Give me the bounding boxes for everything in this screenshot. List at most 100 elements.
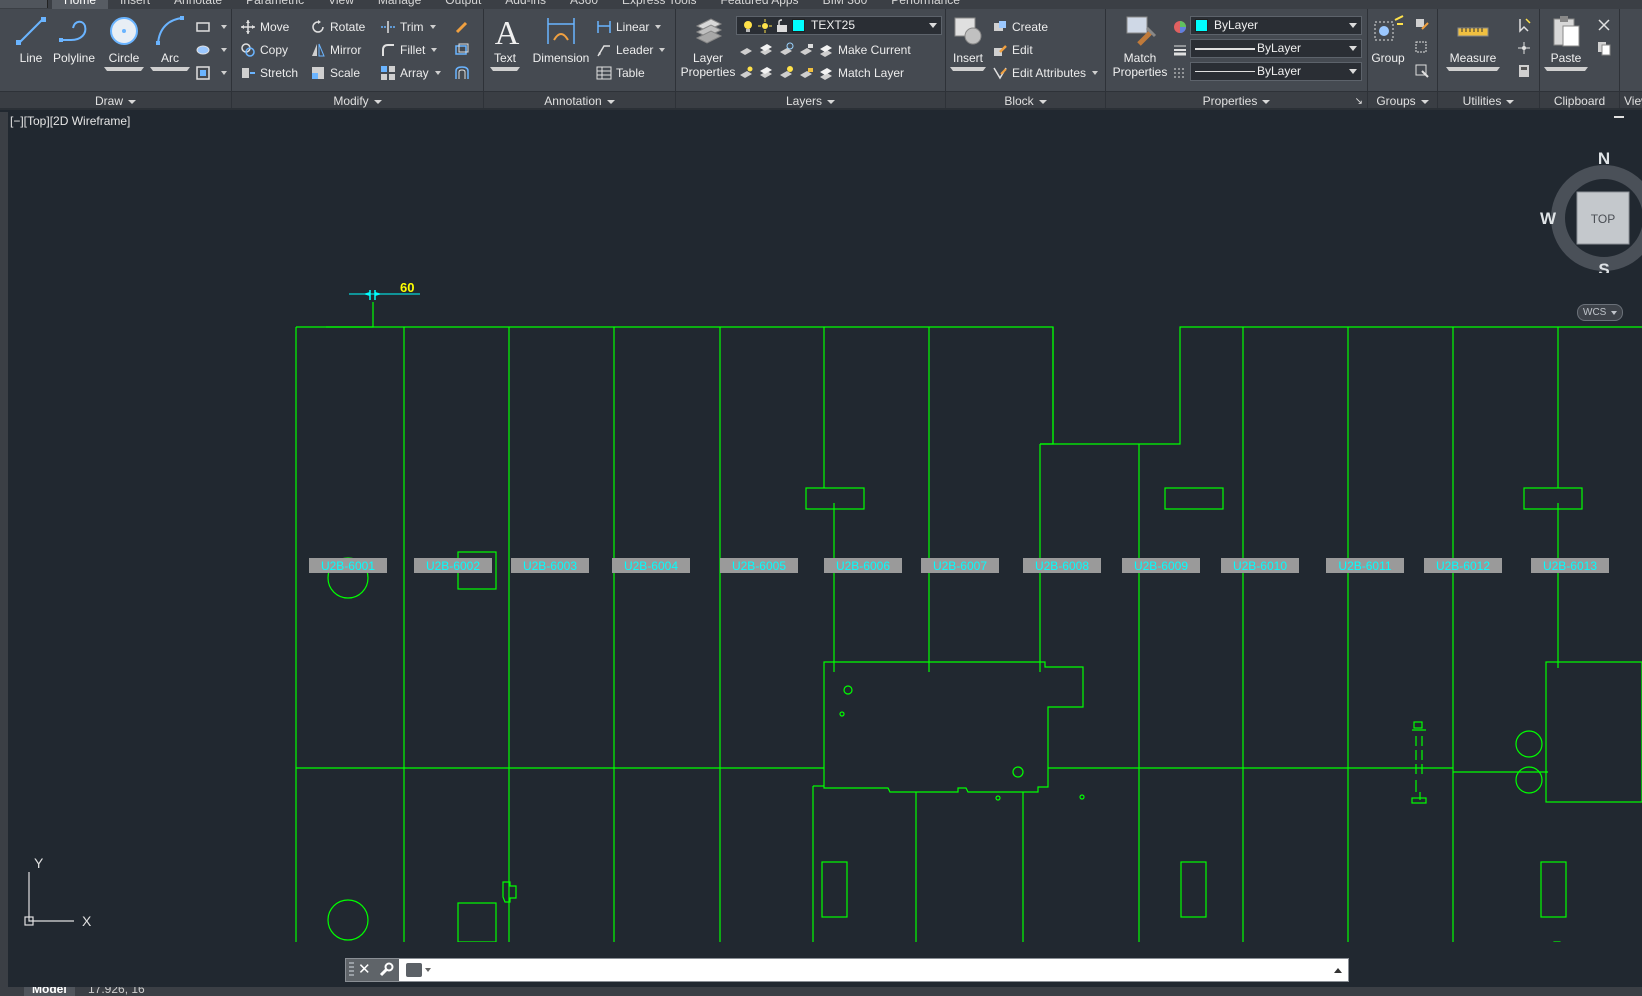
tab-insert[interactable]: Insert [108, 0, 162, 9]
drawing-canvas[interactable]: 60 U2B-6001 U2B-6002 U2B-6003 U2B-6004 U2B-6… [8, 112, 1642, 942]
hatch-button[interactable] [195, 40, 227, 60]
room-label[interactable]: U2B-6001 [309, 558, 387, 573]
model-tab[interactable]: Model [24, 987, 75, 996]
match-properties-button[interactable]: Match Properties [1110, 14, 1170, 79]
layer-isolate-icon[interactable] [758, 42, 774, 58]
layer-on-icon[interactable] [738, 65, 754, 81]
utilities-panel-title[interactable]: Utilities [1438, 91, 1539, 108]
viewport-controls-label[interactable]: [−][Top][2D Wireframe] [10, 114, 130, 128]
linetype-icon[interactable] [1172, 65, 1188, 81]
arc-button[interactable]: Arc [150, 14, 190, 71]
draw-panel-title[interactable]: Draw [0, 91, 231, 108]
tab-featured-apps[interactable]: Featured Apps [709, 0, 811, 9]
point-icon[interactable] [1516, 40, 1532, 56]
room-label[interactable]: U2B-6002 [414, 558, 492, 573]
layer-freeze-icon[interactable] [778, 42, 794, 58]
room-label[interactable]: U2B-6003 [511, 558, 589, 573]
layer-unlock-icon[interactable] [798, 65, 814, 81]
fillet-button[interactable]: Fillet [380, 40, 438, 60]
line-button[interactable]: Line [12, 14, 50, 65]
mirror-button[interactable]: Mirror [310, 40, 361, 60]
hatch-dropdown[interactable] [221, 48, 227, 52]
insert-button[interactable]: Insert [950, 14, 986, 71]
room-label[interactable]: U2B-6004 [612, 558, 690, 573]
explode-button[interactable] [454, 40, 474, 60]
application-menu-button[interactable] [0, 0, 48, 8]
recent-commands-dropdown[interactable] [425, 968, 431, 972]
boundary-dropdown[interactable] [221, 71, 227, 75]
scale-button[interactable]: Scale [310, 63, 360, 83]
match-layer-label[interactable]: Match Layer [838, 66, 904, 80]
edit-attributes-dropdown[interactable] [1092, 71, 1099, 75]
tab-parametric[interactable]: Parametric [234, 0, 316, 9]
circle-button[interactable]: Circle [104, 14, 144, 71]
copy-clip-icon[interactable] [1596, 40, 1612, 56]
rotate-button[interactable]: Rotate [310, 17, 365, 37]
compass-west[interactable]: W [1540, 209, 1557, 228]
command-input[interactable] [436, 961, 1326, 979]
wrench-icon[interactable] [378, 962, 394, 978]
offset-button[interactable] [454, 63, 474, 83]
create-block-button[interactable]: Create [992, 17, 1048, 37]
table-button[interactable]: Table [596, 63, 645, 83]
modify-panel-title[interactable]: Modify [232, 91, 483, 108]
layers-panel-title[interactable]: Layers [676, 91, 945, 108]
room-label[interactable]: U2B-6009 [1122, 558, 1200, 573]
lineweight-icon[interactable] [1172, 42, 1188, 58]
linear-dropdown[interactable] [655, 25, 662, 29]
layer-lock-icon[interactable] [798, 42, 814, 58]
room-label[interactable]: U2B-6006 [824, 558, 902, 573]
measure-button[interactable]: Measure [1446, 14, 1500, 71]
command-prompt-icon[interactable] [406, 963, 422, 977]
linetype-dropdown[interactable]: ByLayer [1190, 62, 1362, 81]
leader-button[interactable]: Leader [596, 40, 666, 60]
tab-performance[interactable]: Performance [879, 0, 972, 9]
clipboard-panel-title[interactable]: Clipboard [1540, 91, 1619, 108]
groups-panel-title[interactable]: Groups [1368, 91, 1437, 108]
drag-handle-icon[interactable] [349, 962, 354, 978]
compass-south[interactable]: S [1598, 260, 1609, 273]
tab-annotate[interactable]: Annotate [162, 0, 234, 9]
layer-unisolate-icon[interactable] [758, 65, 774, 81]
paste-button[interactable]: Paste [1544, 14, 1588, 71]
wcs-menu[interactable]: WCS [1577, 304, 1623, 321]
tab-manage[interactable]: Manage [366, 0, 433, 9]
tab-a360[interactable]: A360 [558, 0, 610, 9]
cut-icon[interactable] [1596, 17, 1612, 33]
fillet-dropdown[interactable] [431, 48, 438, 52]
measure-dropdown[interactable] [1446, 67, 1500, 71]
tab-bim-360[interactable]: BIM 360 [811, 0, 880, 9]
group-selection-icon[interactable] [1414, 63, 1430, 79]
room-label[interactable]: U2B-6011 [1326, 558, 1404, 573]
tab-view[interactable]: View [316, 0, 366, 9]
ungroup-icon[interactable] [1414, 17, 1430, 33]
group-button[interactable]: Group [1370, 14, 1406, 65]
group-edit-icon[interactable] [1414, 40, 1430, 56]
room-label[interactable]: U2B-6010 [1221, 558, 1299, 573]
trim-dropdown[interactable] [429, 25, 436, 29]
paste-dropdown[interactable] [1544, 67, 1588, 71]
tab-add-ins[interactable]: Add-ins [493, 0, 558, 9]
lineweight-dropdown[interactable]: ByLayer [1190, 39, 1362, 58]
compass-north[interactable]: N [1598, 149, 1610, 168]
color-dropdown[interactable]: ByLayer [1190, 16, 1362, 35]
linear-button[interactable]: Linear [596, 17, 662, 37]
view-panel-title[interactable]: View [1620, 91, 1642, 108]
dimension-annotation[interactable]: 60 [349, 280, 420, 300]
copy-button[interactable]: Copy [240, 40, 288, 60]
tab-express-tools[interactable]: Express Tools [610, 0, 708, 9]
dimension-button[interactable]: Dimension [530, 14, 592, 65]
tab-output[interactable]: Output [433, 0, 493, 9]
layer-thaw-icon[interactable] [778, 65, 794, 81]
erase-button[interactable] [454, 17, 474, 37]
view-cube[interactable]: TOP N W S [1536, 148, 1642, 273]
text-dropdown[interactable] [490, 67, 520, 71]
block-panel-title[interactable]: Block [946, 91, 1105, 108]
edit-block-button[interactable]: Edit [992, 40, 1033, 60]
room-label[interactable]: U2B-6013 [1531, 558, 1609, 573]
rectangle-button[interactable] [195, 17, 227, 37]
calculator-icon[interactable] [1516, 63, 1532, 79]
layer-off-icon[interactable] [738, 42, 754, 58]
layer-dropdown[interactable]: TEXT25 [736, 16, 942, 35]
array-dropdown[interactable] [434, 71, 441, 75]
